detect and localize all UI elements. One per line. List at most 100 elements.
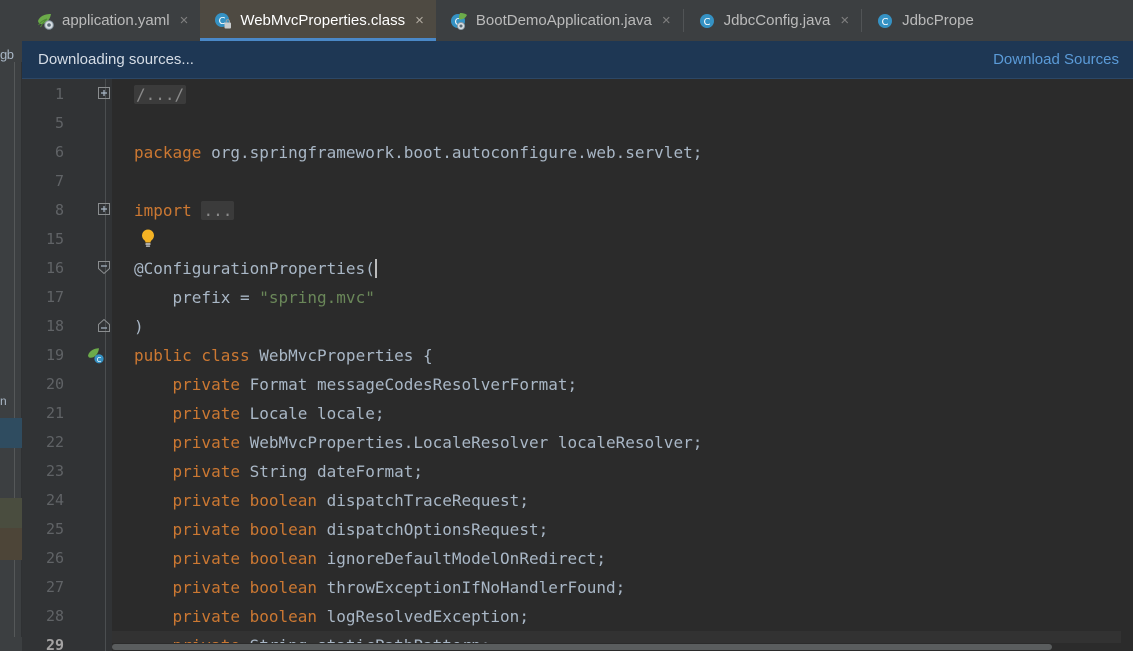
code-line[interactable]: import ... [112,196,1133,225]
code-token: /.../ [134,85,187,104]
left-tool-window-strip[interactable]: gb n [0,0,22,651]
code-line[interactable]: private boolean logResolvedException; [112,602,1133,631]
line-number: 26 [45,549,64,567]
close-icon[interactable]: × [413,13,424,28]
code-line[interactable]: package org.springframework.boot.autocon… [112,138,1133,167]
close-icon[interactable]: × [178,13,189,28]
editor-tab[interactable]: C JdbcConfig.java × [683,0,862,41]
gutter-line[interactable]: 28 [22,602,112,631]
code-token: private boolean [172,607,327,626]
editor-tab[interactable]: C JdbcPrope [862,0,986,41]
code-line[interactable]: private Format messageCodesResolverForma… [112,370,1133,399]
code-line[interactable]: private boolean dispatchOptionsRequest; [112,515,1133,544]
svg-text:C: C [219,16,226,27]
editor-tab[interactable]: application.yaml × [22,0,201,41]
line-number: 29 [45,636,64,651]
code-token: package [134,143,212,162]
code-line[interactable]: @ConfigurationProperties( [112,254,1133,283]
gutter-line[interactable]: 6 [22,138,112,167]
java-class-icon: C [876,12,894,30]
code-token: public class [134,346,260,365]
code-line[interactable]: private boolean dispatchTraceRequest; [112,486,1133,515]
gutter-line[interactable]: 20 [22,370,112,399]
close-icon[interactable]: × [838,13,849,28]
code-line[interactable]: private String dateFormat; [112,457,1133,486]
code-line[interactable]: public class WebMvcProperties { [112,341,1133,370]
line-number: 25 [45,520,64,538]
editor-tab-bar[interactable]: application.yaml × C WebMvcProperties.class… [22,0,1133,41]
code-token: @ConfigurationProperties( [134,259,375,278]
code-content[interactable]: /.../ package org.springframework.boot.au… [112,79,1133,651]
editor-tab-label: JdbcConfig.java [723,12,831,29]
gutter-line[interactable]: 7 [22,167,112,196]
code-token: WebMvcProperties.LocaleResolver localeRe… [249,433,703,452]
line-number: 16 [45,259,64,277]
code-line[interactable]: /.../ [112,80,1133,109]
code-line[interactable]: ) [112,312,1133,341]
code-token: prefix = [134,288,260,307]
editor-tab[interactable]: C BootDemoApplication.java × [435,0,683,41]
editor-marker-bar[interactable] [1121,79,1133,651]
code-token: private [172,462,250,481]
line-number: 21 [45,404,64,422]
code-line[interactable] [112,109,1133,138]
gutter-line[interactable]: 15 [22,225,112,254]
code-line[interactable]: prefix = "spring.mvc" [112,283,1133,312]
code-token: private [172,433,250,452]
code-token: private boolean [172,520,327,539]
fold-collapse-icon[interactable] [98,254,112,283]
scrollbar-thumb[interactable] [112,644,1052,650]
gutter-line[interactable]: 21 [22,399,112,428]
code-token: private boolean [172,549,327,568]
spring-bean-icon[interactable]: C [86,346,106,371]
spring-yaml-icon [36,12,54,30]
gutter-line[interactable]: 5 [22,109,112,138]
gutter-line[interactable]: 23 [22,457,112,486]
gutter-line[interactable]: 22 [22,428,112,457]
gutter-line[interactable]: 24 [22,486,112,515]
code-token: private boolean [172,491,327,510]
line-number: 22 [45,433,64,451]
code-line[interactable] [112,167,1133,196]
download-sources-link[interactable]: Download Sources [993,51,1119,68]
code-token: throwExceptionIfNoHandlerFound; [326,578,626,597]
fold-expand-icon[interactable] [98,196,112,225]
code-line[interactable] [112,225,1133,254]
left-strip-label-mid: n [0,394,7,408]
gutter-line[interactable]: 25 [22,515,112,544]
gutter-line[interactable]: 29 [22,631,112,651]
code-token: Locale locale; [249,404,385,423]
editor-tab-label: application.yaml [62,12,170,29]
intention-bulb-icon[interactable] [138,228,158,255]
editor-tab[interactable]: C WebMvcProperties.class × [200,0,436,41]
editor-horizontal-scrollbar[interactable] [112,643,1133,651]
code-token: ) [134,317,144,336]
left-strip-selected-row[interactable] [0,418,22,448]
code-line[interactable]: private boolean throwExceptionIfNoHandle… [112,573,1133,602]
code-line[interactable]: private boolean ignoreDefaultModelOnRedi… [112,544,1133,573]
line-number: 27 [45,578,64,596]
svg-text:C: C [97,356,102,364]
editor-tab-label: WebMvcProperties.class [240,12,406,29]
fold-end-icon[interactable] [98,312,112,341]
close-icon[interactable]: × [660,13,671,28]
editor-tab-label: JdbcPrope [902,12,974,29]
java-class-locked-icon: C [214,12,232,30]
gutter-line[interactable]: 26 [22,544,112,573]
gutter-line[interactable]: 17 [22,283,112,312]
line-number: 20 [45,375,64,393]
code-token: ignoreDefaultModelOnRedirect; [326,549,607,568]
code-line[interactable]: private WebMvcProperties.LocaleResolver … [112,428,1133,457]
line-number: 7 [54,172,64,190]
svg-text:C: C [882,17,889,28]
code-editor[interactable]: 1 5 6 7 8 15 16 17 18 19 20 21 22 23 24 25 26 27 28 29 /...… [22,79,1133,651]
fold-expand-icon[interactable] [98,80,112,109]
gutter-line[interactable]: 27 [22,573,112,602]
code-line[interactable]: private Locale locale; [112,399,1133,428]
